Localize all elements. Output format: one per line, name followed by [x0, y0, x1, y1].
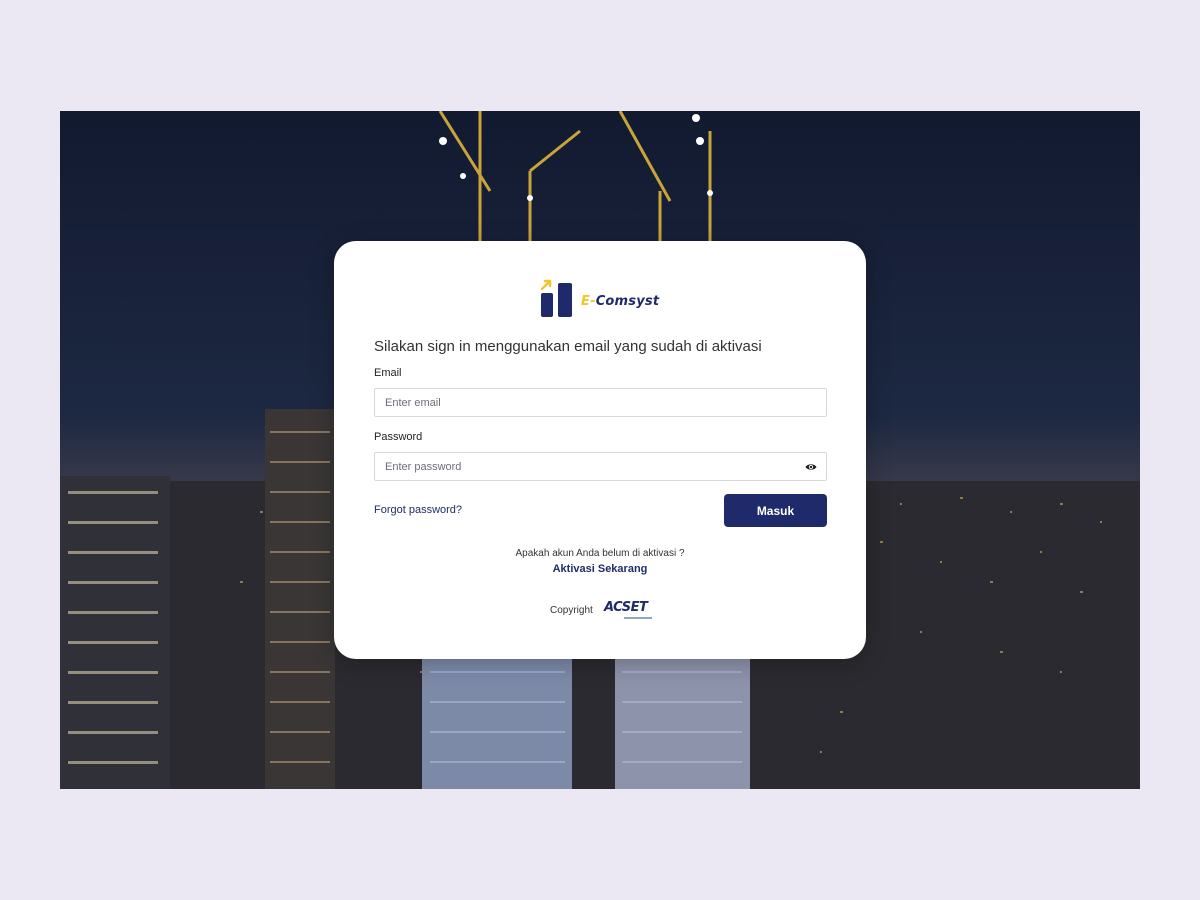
bar-chart-arrow-icon — [540, 279, 572, 317]
sign-in-prompt: Silakan sign in menggunakan email yang s… — [374, 338, 762, 355]
password-placeholder: Enter password — [385, 460, 462, 473]
password-field[interactable]: Enter password — [374, 452, 827, 481]
company-logo: ACSET — [604, 600, 648, 615]
masuk-button[interactable]: Masuk — [724, 494, 827, 527]
activate-now-link[interactable]: Aktivasi Sekarang — [334, 563, 866, 575]
company-logo-tagline — [624, 617, 652, 619]
email-field[interactable]: Enter email — [374, 388, 827, 417]
brand-logo: E-Comsyst — [539, 277, 659, 319]
copyright-text: Copyright — [550, 605, 593, 616]
brand-name: E-Comsyst — [581, 294, 659, 309]
email-placeholder: Enter email — [385, 396, 441, 409]
eye-icon[interactable] — [805, 461, 817, 473]
activation-question: Apakah akun Anda belum di aktivasi ? — [515, 548, 685, 559]
forgot-password-link[interactable]: Forgot password? — [374, 504, 462, 516]
email-label: Email — [374, 367, 402, 379]
login-card: E-Comsyst Silakan sign in menggunakan em… — [334, 241, 866, 659]
brand-name-prefix: E- — [581, 293, 596, 309]
brand-name-rest: Comsyst — [595, 293, 660, 309]
password-label: Password — [374, 431, 423, 443]
